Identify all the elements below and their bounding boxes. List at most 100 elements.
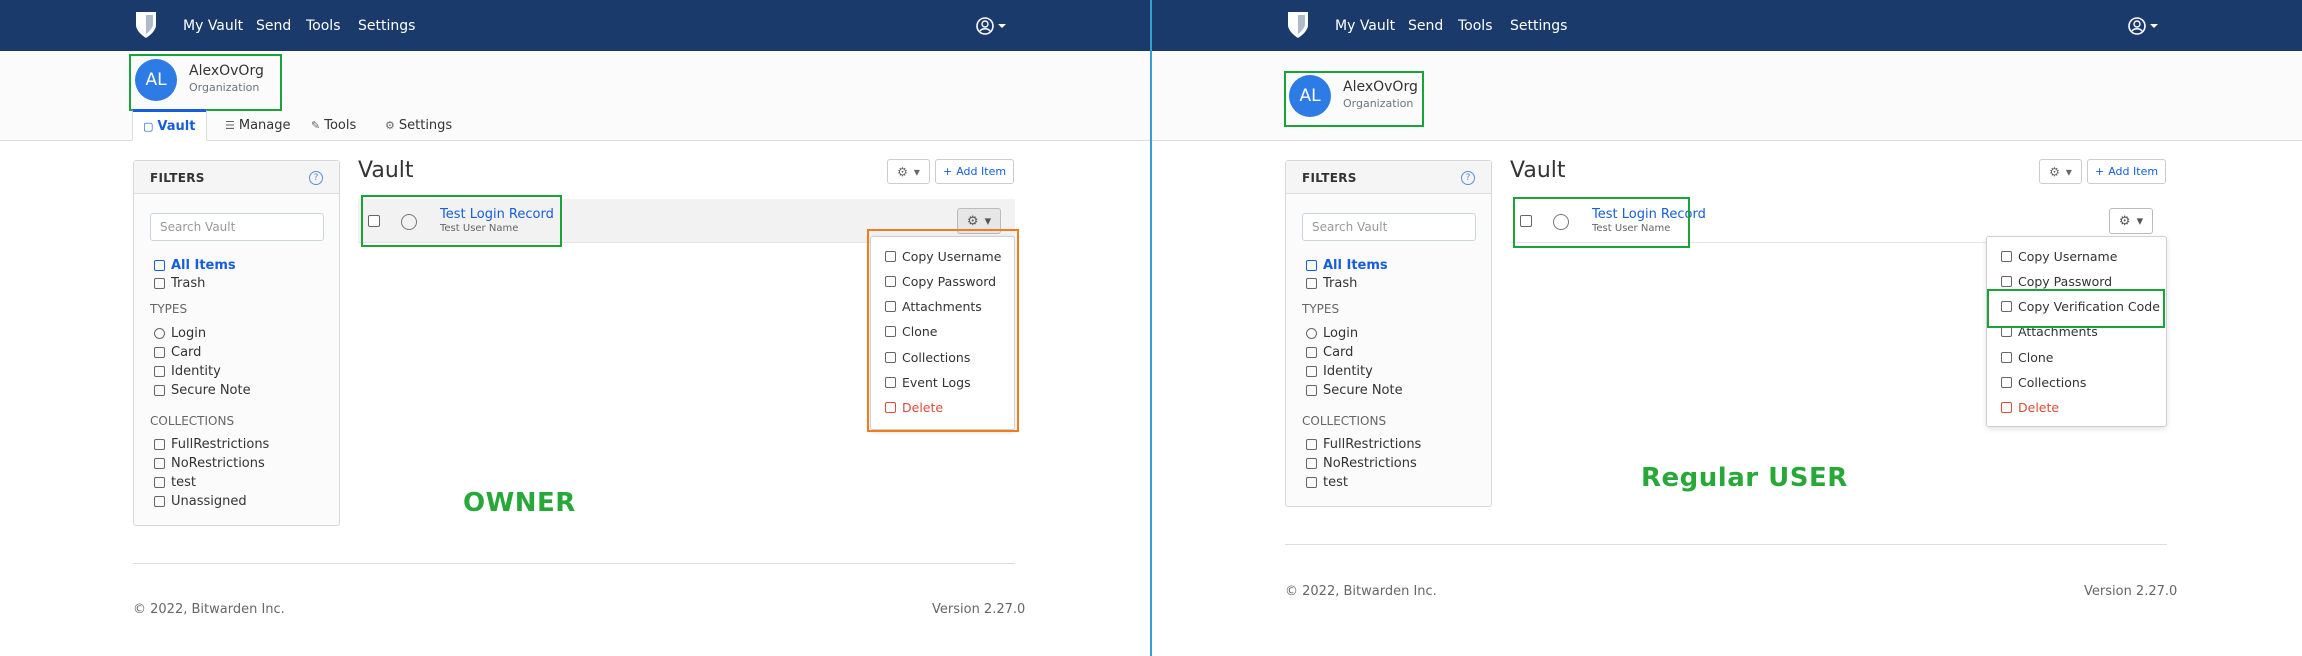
menu-copy-username[interactable]: Copy Username — [885, 249, 1001, 264]
tab-settings[interactable]: ⚙ Settings — [375, 109, 462, 141]
filter-collection-norestrictions[interactable]: NoRestrictions — [154, 456, 265, 471]
nav-my-vault[interactable]: My Vault — [1335, 18, 1395, 34]
filter-collection-label: FullRestrictions — [171, 437, 270, 452]
caret-down-icon: ▾ — [2065, 164, 2072, 179]
menu-attachments[interactable]: Attachments — [885, 299, 982, 314]
filter-type-secure-note[interactable]: Secure Note — [154, 383, 251, 398]
filter-type-login[interactable]: Login — [1306, 326, 1358, 341]
filter-all-items[interactable]: All Items — [1306, 258, 1388, 273]
filter-type-card-label: Card — [171, 345, 202, 360]
bitwarden-shield-icon[interactable] — [1286, 11, 1310, 39]
menu-clone[interactable]: Clone — [2001, 350, 2053, 365]
add-item-label: Add Item — [2108, 165, 2159, 178]
credit-card-icon — [1306, 347, 1317, 358]
lock-icon: ▢ — [143, 119, 154, 133]
nav-settings[interactable]: Settings — [358, 18, 415, 34]
account-menu-icon[interactable] — [2126, 15, 2160, 37]
menu-delete[interactable]: Delete — [885, 400, 943, 415]
menu-copy-verification-code[interactable]: Copy Verification Code — [2001, 299, 2160, 314]
menu-delete[interactable]: Delete — [2001, 400, 2059, 415]
copy-icon — [885, 251, 896, 262]
menu-item-label: Event Logs — [902, 375, 971, 390]
filter-type-card[interactable]: Card — [154, 345, 201, 360]
file-text-icon — [885, 377, 896, 388]
menu-clone[interactable]: Clone — [885, 324, 937, 339]
paperclip-icon — [2001, 326, 2012, 337]
row-checkbox[interactable] — [1520, 215, 1532, 227]
add-item-label: Add Item — [956, 165, 1007, 178]
help-icon[interactable]: ? — [309, 171, 323, 185]
filter-collection-fullrestrictions[interactable]: FullRestrictions — [1306, 437, 1421, 452]
filter-trash[interactable]: Trash — [1306, 276, 1357, 291]
gear-icon: ⚙ — [2049, 164, 2060, 179]
folder-icon — [154, 439, 165, 450]
footer-copyright: © 2022, Bitwarden Inc. — [1285, 584, 1437, 599]
filter-trash[interactable]: Trash — [154, 276, 205, 291]
caret-down-icon: ▾ — [2136, 213, 2144, 229]
filter-type-secure-note[interactable]: Secure Note — [1306, 383, 1403, 398]
tab-tools[interactable]: ✎ Tools — [301, 109, 366, 141]
trash-icon — [154, 278, 165, 289]
grid-icon — [154, 260, 165, 271]
plus-icon: + — [943, 165, 953, 178]
add-item-button[interactable]: + Add Item — [935, 159, 1015, 184]
filter-collection-test[interactable]: test — [1306, 475, 1348, 490]
tab-manage[interactable]: ☰ Manage — [215, 109, 301, 141]
menu-item-label: Copy Password — [902, 274, 997, 289]
filter-collection-test[interactable]: test — [154, 475, 196, 490]
nav-tools[interactable]: Tools — [1458, 18, 1493, 34]
tab-vault[interactable]: ▢ Vault — [132, 109, 207, 141]
item-options-button[interactable]: ⚙ ▾ — [2109, 208, 2153, 234]
menu-item-label: Copy Password — [2018, 274, 2113, 289]
menu-attachments[interactable]: Attachments — [2001, 324, 2098, 339]
item-title-link[interactable]: Test Login Record — [1592, 207, 1706, 222]
account-menu-icon[interactable] — [974, 15, 1008, 37]
nav-send[interactable]: Send — [256, 18, 291, 34]
add-item-button[interactable]: + Add Item — [2087, 159, 2167, 184]
row-checkbox[interactable] — [368, 215, 380, 227]
menu-copy-username[interactable]: Copy Username — [2001, 249, 2117, 264]
vault-title: Vault — [358, 158, 414, 183]
gear-icon: ⚙ — [966, 213, 979, 229]
vault-options-button[interactable]: ⚙ ▾ — [2039, 159, 2082, 184]
nav-settings[interactable]: Settings — [1510, 18, 1567, 34]
filter-type-card-label: Card — [1323, 345, 1354, 360]
menu-copy-password[interactable]: Copy Password — [885, 274, 996, 289]
filter-collection-fullrestrictions[interactable]: FullRestrictions — [154, 437, 269, 452]
search-vault-input[interactable]: Search Vault — [1302, 213, 1476, 241]
menu-collections[interactable]: Collections — [885, 350, 970, 365]
filters-panel: FILTERS? Search Vault All Items Trash TY… — [133, 160, 340, 526]
menu-event-logs[interactable]: Event Logs — [885, 375, 971, 390]
filter-type-card[interactable]: Card — [1306, 345, 1353, 360]
plus-icon: + — [2095, 165, 2105, 178]
nav-tools[interactable]: Tools — [306, 18, 341, 34]
filter-type-identity[interactable]: Identity — [1306, 364, 1373, 379]
item-title-link[interactable]: Test Login Record — [440, 207, 554, 222]
filter-collection-label: test — [1323, 475, 1348, 490]
nav-my-vault[interactable]: My Vault — [183, 18, 243, 34]
vault-options-button[interactable]: ⚙ ▾ — [887, 159, 930, 184]
clone-icon — [2001, 352, 2012, 363]
filter-type-identity[interactable]: Identity — [154, 364, 221, 379]
help-icon[interactable]: ? — [1461, 171, 1475, 185]
menu-collections[interactable]: Collections — [2001, 375, 2086, 390]
menu-copy-password[interactable]: Copy Password — [2001, 274, 2112, 289]
filter-type-login[interactable]: Login — [154, 326, 206, 341]
bitwarden-shield-icon[interactable] — [134, 11, 158, 39]
filter-all-items[interactable]: All Items — [154, 258, 236, 273]
filter-type-secure-note-label: Secure Note — [1323, 383, 1403, 398]
copy-icon — [2001, 276, 2012, 287]
nav-send[interactable]: Send — [1408, 18, 1443, 34]
sticky-note-icon — [154, 385, 165, 396]
tab-vault-label: Vault — [157, 118, 196, 134]
filters-panel: FILTERS? Search Vault All Items Trash TY… — [1285, 160, 1492, 507]
menu-item-label: Clone — [2018, 350, 2054, 365]
footer-divider — [133, 563, 1015, 564]
folder-icon — [154, 477, 165, 488]
filter-collection-unassigned[interactable]: Unassigned — [154, 494, 247, 509]
item-options-button[interactable]: ⚙ ▾ — [957, 208, 1001, 234]
globe-icon — [1553, 214, 1569, 230]
search-vault-input[interactable]: Search Vault — [150, 213, 324, 241]
filter-collection-norestrictions[interactable]: NoRestrictions — [1306, 456, 1417, 471]
item-options-menu: Copy Username Copy Password Copy Verific… — [1986, 236, 2167, 427]
